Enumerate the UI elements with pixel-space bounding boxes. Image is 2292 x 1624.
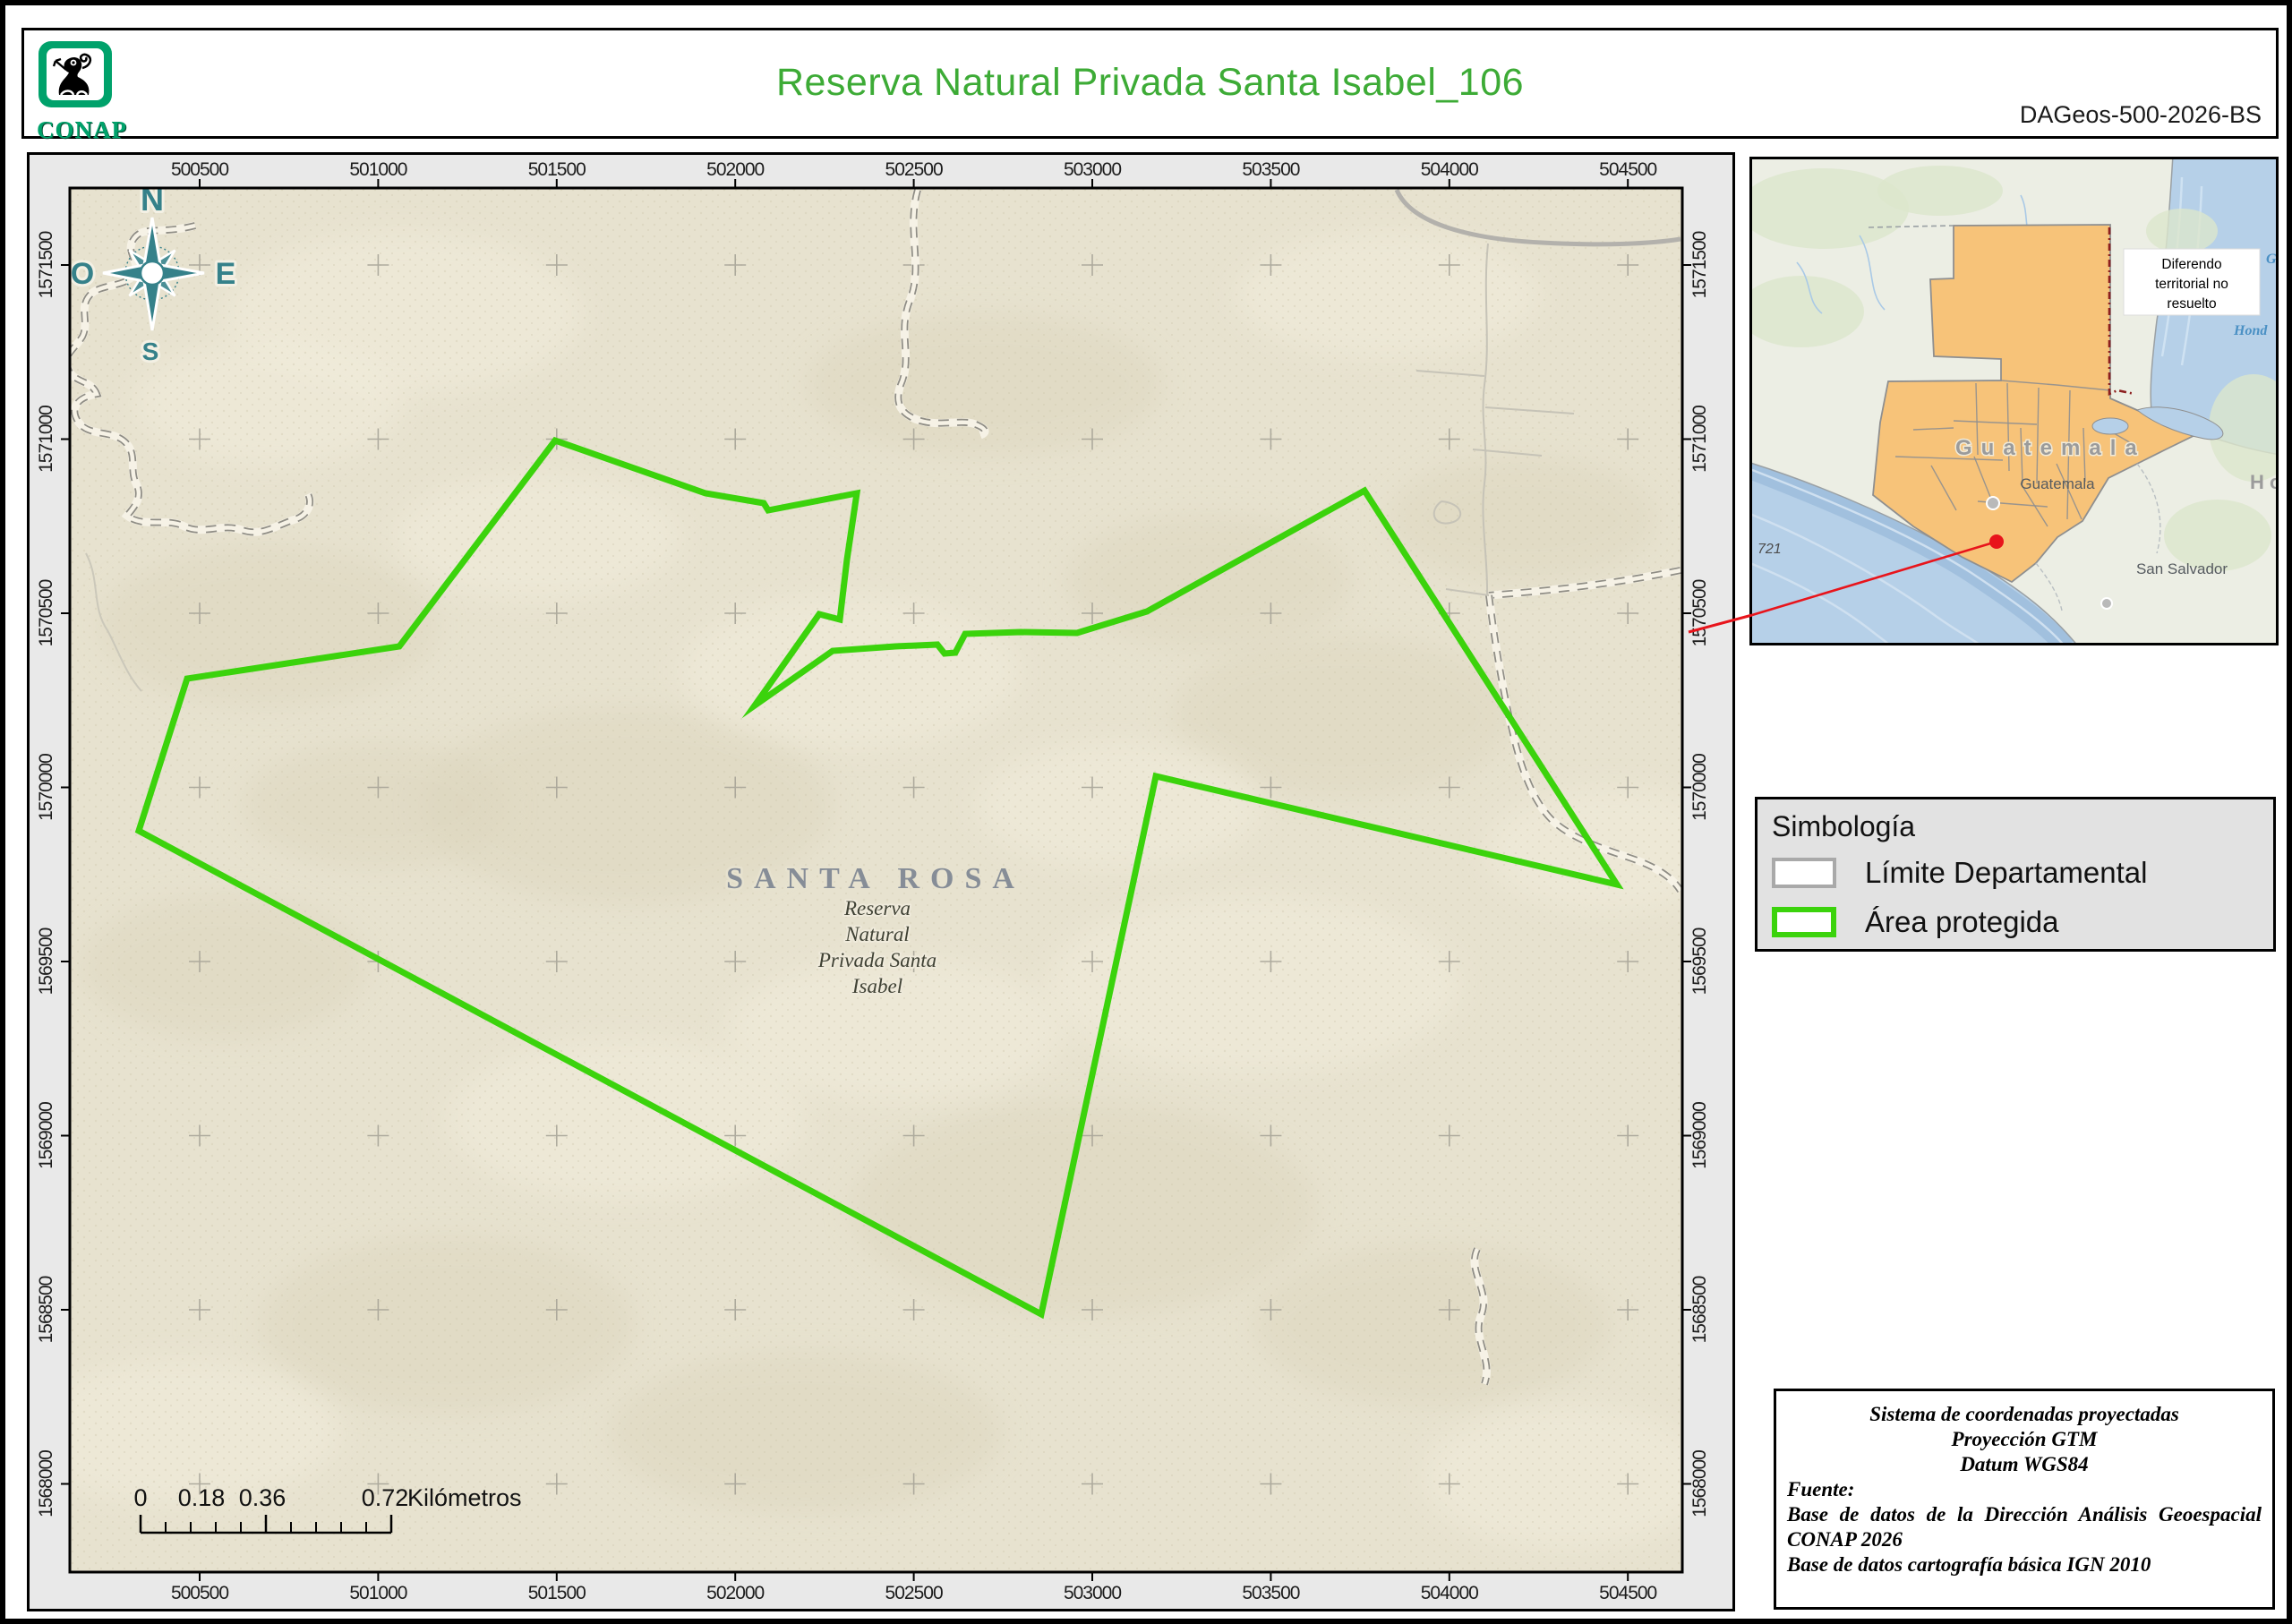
northing-label: 1571000 — [1689, 406, 1710, 473]
logo-label: CONAP — [37, 116, 127, 143]
easting-label: 503500 — [1242, 1583, 1299, 1603]
easting-label: 502000 — [706, 159, 764, 180]
northing-label: 1570000 — [36, 754, 56, 821]
source-line: Base de datos de la Dirección Análisis G… — [1787, 1503, 2262, 1551]
svg-text:0.18: 0.18 — [178, 1484, 226, 1511]
legend-item-protected-area: Área protegida — [1772, 904, 2058, 940]
compass-n-label: N — [141, 181, 164, 218]
easting-label: 503500 — [1242, 159, 1299, 180]
northing-label: 1569500 — [1689, 927, 1710, 995]
easting-label: 501000 — [349, 159, 406, 180]
northing-label: 1570500 — [1689, 579, 1710, 646]
easting-label: 503000 — [1064, 159, 1121, 180]
depth-label: 721 — [1757, 542, 1782, 557]
northing-label: 1568000 — [36, 1450, 56, 1517]
san-salvador-label: San Salvador — [2136, 560, 2228, 577]
northing-label: 1568500 — [36, 1276, 56, 1343]
easting-label: 501500 — [528, 159, 586, 180]
easting-label: 503000 — [1064, 1583, 1121, 1603]
lake-izabal — [2091, 417, 2129, 435]
easting-label: 504500 — [1599, 159, 1656, 180]
northing-label: 1570500 — [36, 579, 56, 646]
compass-s-label: S — [142, 338, 159, 365]
svg-text:0.36: 0.36 — [239, 1484, 286, 1511]
territorial-note-line: resuelto — [2167, 296, 2216, 312]
territorial-note-line: Diferendo — [2161, 257, 2221, 272]
easting-label: 502500 — [885, 159, 943, 180]
northing-label: 1569000 — [36, 1102, 56, 1169]
reserve-name-label: Isabel — [851, 975, 902, 997]
scale-unit-label: Kilómetros — [407, 1484, 522, 1511]
easting-label: 500500 — [171, 1583, 228, 1603]
easting-label: 502500 — [885, 1583, 943, 1603]
northing-label: 1569500 — [36, 927, 56, 995]
territorial-note-line: territorial no — [2155, 277, 2228, 292]
compass-e-label: E — [216, 257, 236, 291]
guatemala-city-dot — [1986, 496, 2000, 510]
inset-locator-map: Guatemala H o Hond Gu 721 Guatemala San Salvad… — [1749, 157, 2279, 645]
protected-area-swatch — [1772, 907, 1836, 937]
map-sheet: CONAP Reserva Natural Privada Santa Isab… — [0, 0, 2292, 1624]
easting-label: 504000 — [1421, 1583, 1478, 1603]
source-box: Sistema de coordenadas proyectadas Proye… — [1774, 1389, 2275, 1610]
sea-label: Hond — [2233, 323, 2268, 338]
legend-title: Simbología — [1772, 810, 1916, 842]
source-line: Base de datos cartografía básica IGN 201… — [1787, 1553, 2151, 1576]
reserve-location-dot — [1989, 534, 2004, 549]
northing-label: 1569000 — [1689, 1102, 1710, 1169]
northing-label: 1568000 — [1689, 1450, 1710, 1517]
department-limit-swatch — [1772, 858, 1836, 888]
northing-label: 1571000 — [36, 406, 56, 473]
easting-label: 501500 — [528, 1583, 586, 1603]
crs-line: Sistema de coordenadas proyectadas — [1869, 1403, 2179, 1425]
legend-item-label: Límite Departamental — [1865, 856, 2148, 889]
northing-label: 1571500 — [1689, 231, 1710, 298]
reserve-name-label: Natural — [844, 923, 910, 945]
country-label: Guatemala — [1955, 436, 2146, 460]
crs-line: Datum WGS84 — [1960, 1453, 2089, 1475]
crs-line: Proyección GTM — [1951, 1428, 2098, 1450]
department-label: SANTA ROSA — [726, 862, 1025, 895]
sea-label: Gu — [2266, 252, 2276, 267]
page-title: Reserva Natural Privada Santa Isabel_106 — [775, 61, 1525, 104]
map-content: SANTA ROSAReserva Natural Privada Santa Isa… — [70, 181, 1682, 1572]
svg-text:0: 0 — [133, 1484, 147, 1511]
northing-label: 1568500 — [1689, 1276, 1710, 1343]
reserve-name-label: Privada Santa — [817, 949, 936, 971]
map-frame: SANTA ROSA Reserva Natural Privada Santa Isa… — [27, 152, 1735, 1611]
honduras-label: H o — [2250, 471, 2276, 493]
legend: Simbología Límite Departamental Área pro… — [1755, 797, 2276, 952]
easting-label: 502000 — [706, 1583, 764, 1603]
san-salvador-dot — [2100, 597, 2113, 610]
map-canvas: SANTA ROSAReserva Natural Privada Santa Isa… — [36, 159, 1710, 1603]
guatemala-city-label: Guatemala — [2020, 475, 2095, 492]
easting-label: 501000 — [349, 1583, 406, 1603]
easting-label: 504000 — [1421, 159, 1478, 180]
compass-w-label: O — [71, 257, 94, 291]
northing-label: 1571500 — [36, 231, 56, 298]
easting-label: 500500 — [171, 159, 228, 180]
legend-item-departmental-limit: Límite Departamental — [1772, 855, 2147, 891]
header: CONAP Reserva Natural Privada Santa Isab… — [21, 28, 2279, 143]
legend-item-label: Área protegida — [1865, 905, 2059, 938]
reserve-name-label: Reserva — [843, 897, 911, 919]
easting-label: 504500 — [1599, 1583, 1656, 1603]
source-label: Fuente: — [1787, 1478, 1855, 1500]
svg-text:0.72: 0.72 — [362, 1484, 409, 1511]
doc-code: DAGeos-500-2026-BS — [2019, 101, 2262, 128]
inset-canvas: Guatemala H o Hond Gu 721 Guatemala San Salvad… — [1752, 159, 2276, 643]
northing-label: 1570000 — [1689, 754, 1710, 821]
